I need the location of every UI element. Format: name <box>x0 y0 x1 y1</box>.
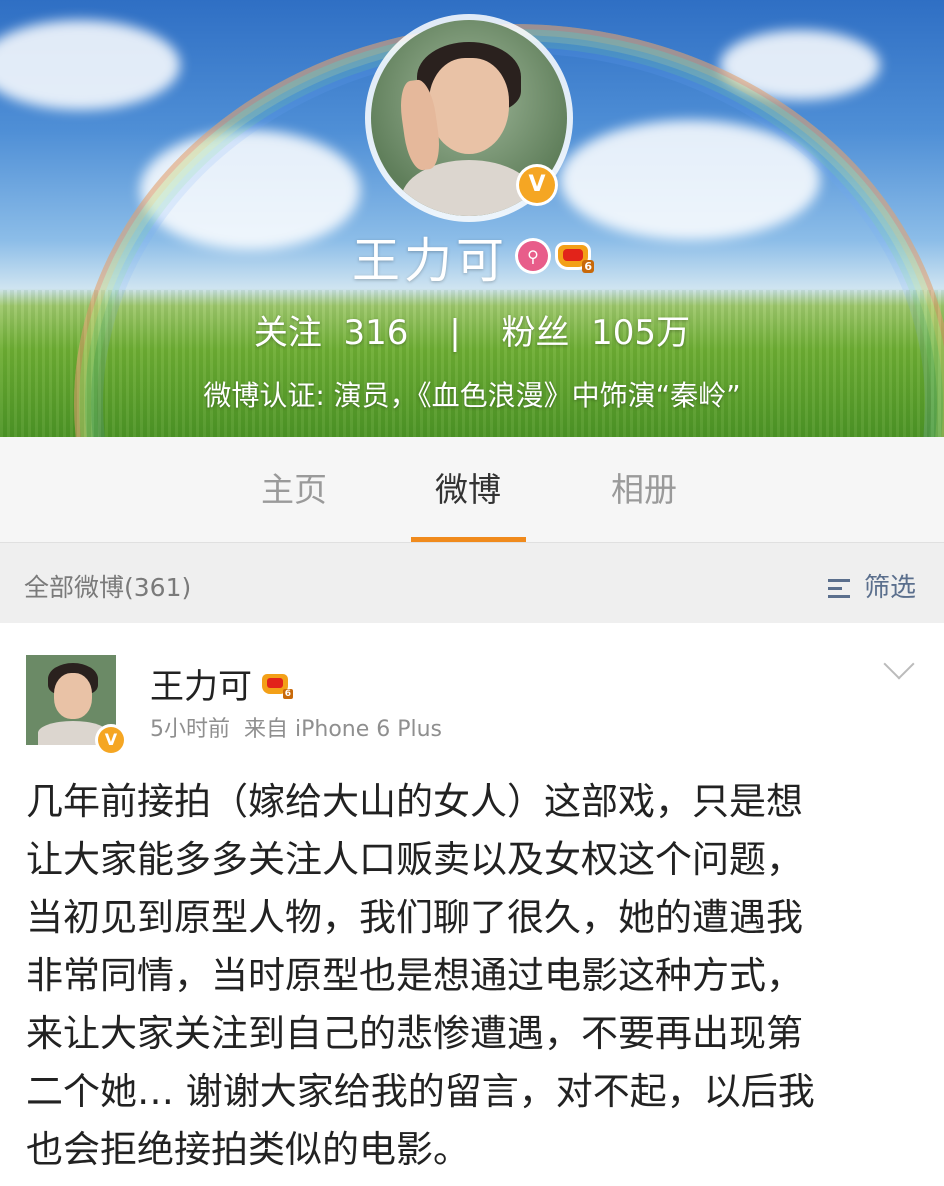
post-meta: 5小时前 来自 iPhone 6 Plus <box>150 711 442 743</box>
fans-stat[interactable]: 粉丝 105万 <box>502 313 691 353</box>
post-body: 几年前接拍（嫁给大山的女人）这部戏，只是想 让大家能多多关注人口贩卖以及女权这个… <box>26 773 918 1179</box>
post-line: 让大家能多多关注人口贩卖以及女权这个问题， <box>26 838 803 881</box>
profile-header: V 王力可 ⚲ 6 关注 316 | 粉丝 105万 微博认证: 演员，《血色浪… <box>0 0 944 437</box>
profile-name-row: 王力可 ⚲ 6 <box>0 226 944 289</box>
post-line: 几年前接拍（嫁给大山的女人）这部戏，只是想 <box>26 780 803 823</box>
profile-stats: 关注 316 | 粉丝 105万 <box>0 305 944 354</box>
verification-text: 微博认证: 演员，《血色浪漫》中饰演“秦岭” <box>203 379 741 412</box>
post-line: 非常同情，当时原型也是想通过电影这种方式， <box>26 954 803 997</box>
search-badge-icon[interactable]: ⚲ <box>518 241 548 271</box>
filter-icon <box>827 577 856 599</box>
verified-badge-icon: V <box>98 727 124 753</box>
post-line: 当初见到原型人物，我们聊了很久，她的遭遇我 <box>26 896 803 939</box>
following-stat[interactable]: 关注 316 <box>254 313 409 353</box>
tab-weibo[interactable]: 微博 <box>408 437 528 542</box>
post-author-name[interactable]: 王力可 <box>150 659 252 708</box>
weibo-count: 全部微博(361) <box>24 573 192 602</box>
post-line: 来让大家关注到自己的悲惨遭遇，不要再出现第 <box>26 1012 803 1055</box>
post-line: 也会拒绝接拍类似的电影。 <box>26 1128 470 1171</box>
post-author-row: 王力可 6 <box>150 659 293 708</box>
verified-badge-icon: V <box>519 167 555 203</box>
vip-crown-icon[interactable]: 6 <box>262 671 293 699</box>
post-line: 二个她… 谢谢大家给我的留言，对不起，以后我 <box>26 1070 815 1113</box>
profile-name: 王力可 <box>351 233 508 289</box>
active-tab-indicator <box>411 537 526 542</box>
cloud <box>0 20 180 110</box>
chevron-down-icon[interactable] <box>883 648 915 680</box>
post-time: 5小时前 <box>150 717 230 742</box>
weibo-post: V 王力可 6 5小时前 来自 iPhone 6 Plus 几年前接拍（嫁给大山的… <box>0 623 944 1186</box>
filter-button[interactable]: 筛选 <box>827 543 916 633</box>
tab-album[interactable]: 相册 <box>584 437 704 542</box>
post-source: 来自 iPhone 6 Plus <box>244 717 443 742</box>
tab-home[interactable]: 主页 <box>234 437 354 542</box>
filter-label: 筛选 <box>863 573 916 603</box>
filter-bar: 全部微博(361) 筛选 <box>0 543 944 623</box>
vip-crown-icon[interactable]: 6 <box>558 241 594 273</box>
profile-tabs: 主页 微博 相册 <box>0 437 944 543</box>
stats-separator: | <box>449 313 461 353</box>
